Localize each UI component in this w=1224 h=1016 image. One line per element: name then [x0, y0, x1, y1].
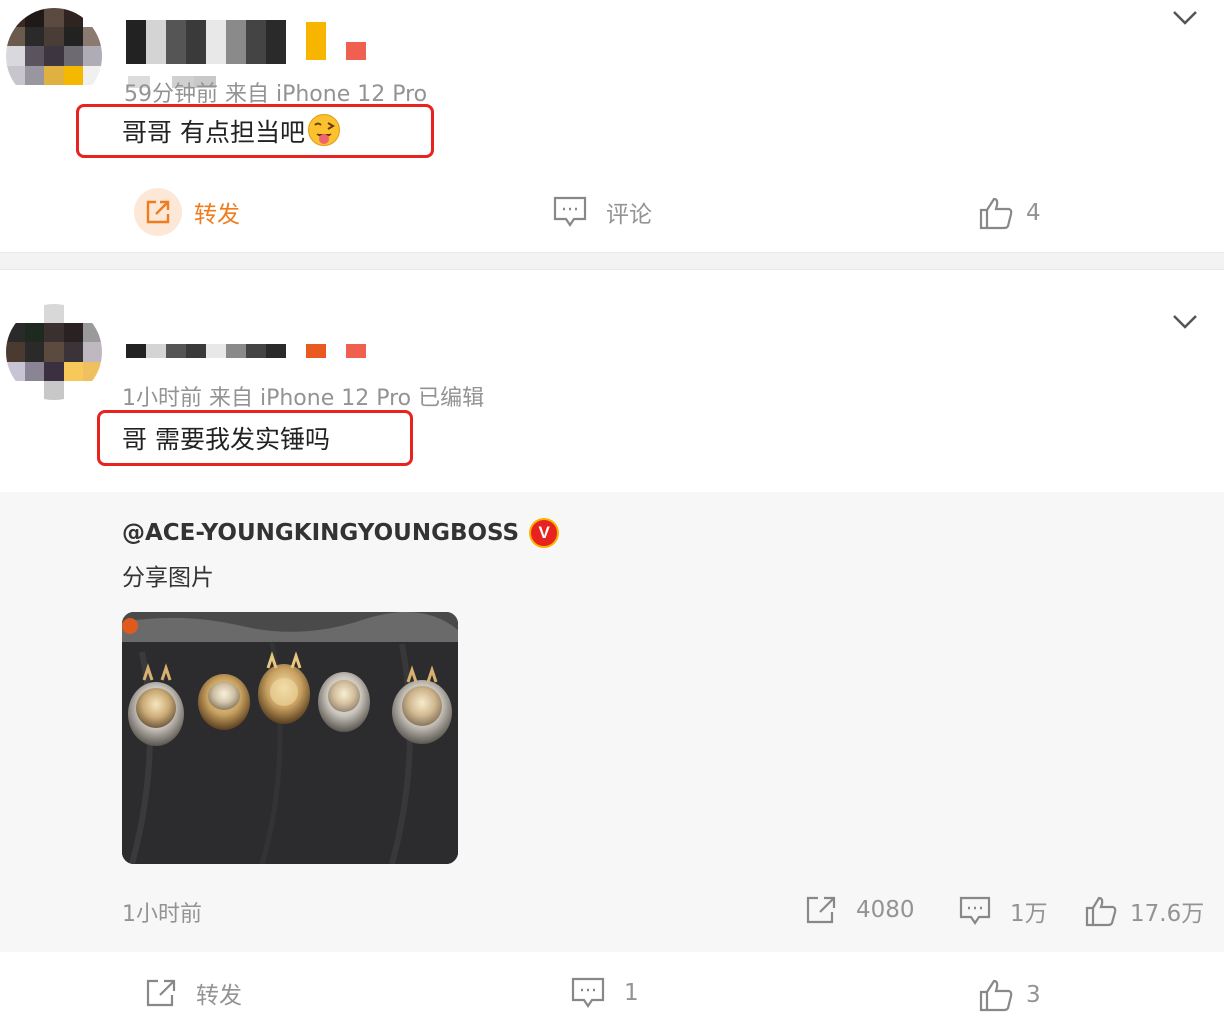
divider — [0, 252, 1224, 270]
badge-redacted — [306, 22, 326, 60]
badge-redacted — [346, 344, 366, 358]
repost-like-button[interactable]: 17.6万 — [1084, 894, 1204, 928]
thumbs-up-icon — [1085, 896, 1117, 927]
post-card-1: 59分钟前 来自 iPhone 12 Pro 哥哥 有点担当吧 转发 评论 4 — [0, 0, 1224, 252]
repost-forward-button[interactable]: 4080 — [804, 894, 915, 926]
badge-redacted — [346, 42, 366, 60]
chevron-down-icon[interactable] — [1172, 10, 1198, 36]
repost-comment-count: 1万 — [1010, 901, 1048, 927]
post-content-text: 哥哥 有点担当吧 — [122, 118, 305, 147]
comment-icon — [553, 196, 587, 227]
repost-like-count: 17.6万 — [1130, 901, 1205, 927]
thumbs-up-icon — [979, 197, 1013, 230]
repost-time: 1小时前 — [122, 902, 202, 927]
repost-text: 分享图片 — [122, 565, 214, 591]
repost-container[interactable]: @ACE-YOUNGKINGYOUNGBOSS V 分享图片 1小时前 4080… — [0, 492, 1224, 952]
avatar[interactable] — [6, 8, 102, 104]
repost-username[interactable]: @ACE-YOUNGKINGYOUNGBOSS V — [122, 518, 560, 548]
comment-icon — [959, 896, 991, 925]
repost-forward-count: 4080 — [856, 897, 915, 923]
forward-icon — [146, 979, 176, 1007]
forward-button[interactable]: 转发 — [134, 188, 240, 236]
like-button[interactable]: 4 — [978, 196, 1041, 230]
like-button[interactable]: 3 — [978, 978, 1041, 1012]
post-meta: 1小时前 来自 iPhone 12 Pro 已编辑 — [122, 386, 485, 411]
comment-icon — [571, 977, 605, 1008]
username-redacted[interactable] — [126, 344, 286, 358]
post-content: 哥哥 有点担当吧 — [122, 113, 341, 149]
post-card-2: 1小时前 来自 iPhone 12 Pro 已编辑 哥 需要我发实锤吗 @ACE… — [0, 270, 1224, 1016]
repost-photo[interactable] — [122, 612, 458, 864]
thumbs-up-icon — [979, 979, 1013, 1012]
forward-icon — [134, 188, 182, 236]
comment-button[interactable]: 评论 — [552, 195, 652, 229]
forward-icon — [806, 896, 836, 924]
dragon-rings-photo — [122, 612, 458, 864]
repost-comment-button[interactable]: 1万 — [958, 894, 1048, 928]
comment-count: 1 — [624, 980, 639, 1006]
forward-label: 转发 — [194, 202, 240, 228]
like-count: 4 — [1026, 200, 1041, 226]
forward-button[interactable]: 转发 — [144, 976, 242, 1010]
chevron-down-icon[interactable] — [1172, 314, 1198, 340]
forward-label: 转发 — [196, 983, 242, 1009]
post-content: 哥 需要我发实锤吗 — [122, 425, 330, 454]
avatar[interactable] — [6, 304, 102, 400]
comment-button[interactable]: 1 — [570, 976, 639, 1010]
badge-redacted — [306, 344, 326, 358]
repost-username-text: @ACE-YOUNGKINGYOUNGBOSS — [122, 520, 520, 546]
verified-badge-icon: V — [529, 518, 560, 548]
like-count: 3 — [1026, 982, 1041, 1008]
username-redacted[interactable] — [126, 20, 286, 64]
tongue-wink-emoji-icon — [307, 114, 340, 146]
comment-label: 评论 — [606, 202, 652, 228]
